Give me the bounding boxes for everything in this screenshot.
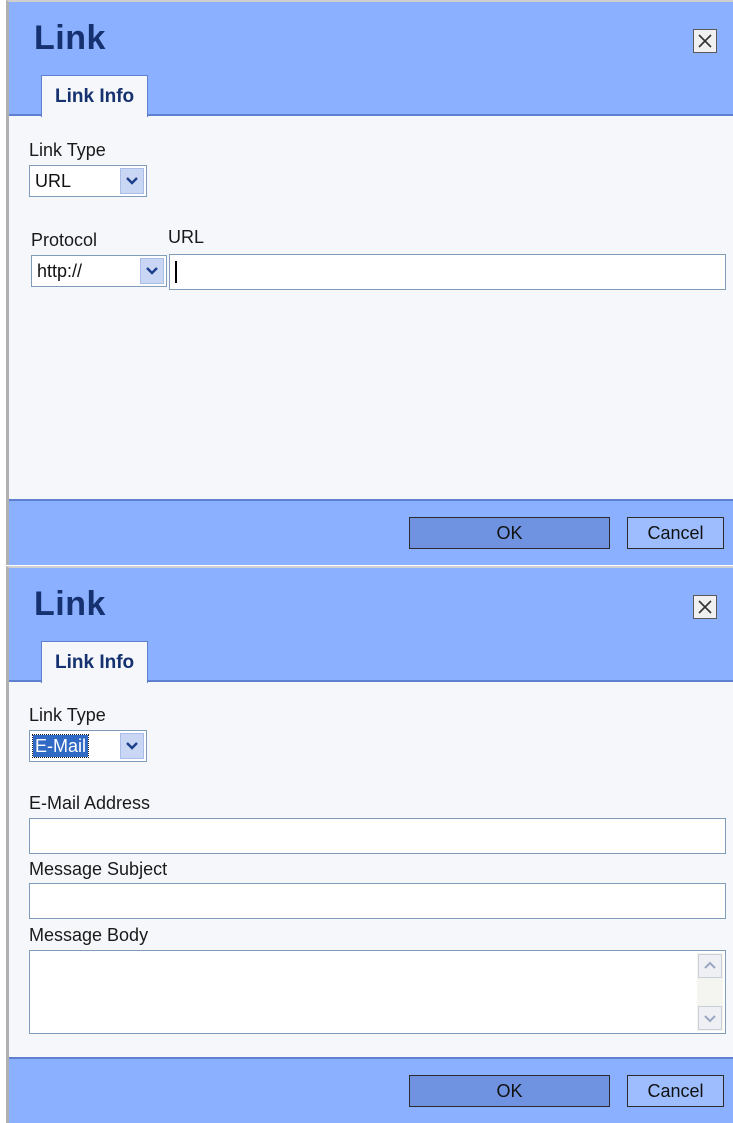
ok-button[interactable]: OK [409, 517, 610, 549]
link-type-select[interactable]: URL [29, 165, 147, 197]
scroll-down-button[interactable] [698, 1006, 722, 1030]
dropdown-button[interactable] [140, 258, 164, 284]
link-type-value: URL [35, 171, 72, 191]
message-body-textarea[interactable] [29, 950, 726, 1034]
chevron-down-icon [146, 267, 158, 275]
link-type-label: Link Type [29, 705, 106, 725]
dialog-title: Link [34, 19, 106, 57]
tab-link-info[interactable]: Link Info [41, 75, 149, 117]
url-input[interactable] [169, 254, 726, 290]
close-icon [698, 34, 712, 48]
dialog-footer: OK Cancel [9, 499, 733, 565]
link-type-value: E-Mail [31, 734, 90, 758]
dropdown-button[interactable] [120, 168, 144, 194]
link-type-select[interactable]: E-Mail [29, 730, 147, 762]
close-button[interactable] [693, 29, 717, 53]
email-address-label: E-Mail Address [29, 793, 151, 813]
chevron-down-icon [126, 742, 138, 750]
link-dialog-email: Link Link Info Link Type E-Mail E-Mail A… [6, 566, 733, 1123]
protocol-value: http:// [37, 261, 83, 281]
scroll-up-button[interactable] [698, 954, 722, 978]
dialog-header: Link Link Info [9, 2, 733, 117]
cancel-button[interactable]: Cancel [627, 517, 724, 549]
close-icon [698, 600, 712, 614]
text-caret [175, 261, 177, 283]
link-dialog-url: Link Link Info Link Type URL Protocol ht… [6, 0, 733, 565]
email-address-input[interactable] [29, 818, 726, 854]
tab-link-info[interactable]: Link Info [41, 641, 149, 683]
dropdown-button[interactable] [120, 733, 144, 759]
url-label: URL [168, 227, 205, 247]
ok-button[interactable]: OK [409, 1075, 610, 1107]
close-button[interactable] [693, 595, 717, 619]
dialog-title: Link [34, 585, 106, 623]
cancel-button[interactable]: Cancel [627, 1075, 724, 1107]
message-subject-label: Message Subject [29, 859, 168, 879]
chevron-down-icon [126, 177, 138, 185]
protocol-label: Protocol [31, 230, 98, 250]
dialog-footer: OK Cancel [9, 1057, 733, 1123]
protocol-select[interactable]: http:// [31, 255, 167, 287]
chevron-down-icon [704, 1015, 716, 1023]
message-body-label: Message Body [29, 925, 149, 945]
link-type-label: Link Type [29, 140, 106, 160]
message-subject-input[interactable] [29, 883, 726, 919]
chevron-up-icon [704, 961, 716, 969]
vertical-scrollbar[interactable] [697, 953, 723, 1031]
dialog-header: Link Link Info [9, 568, 733, 683]
